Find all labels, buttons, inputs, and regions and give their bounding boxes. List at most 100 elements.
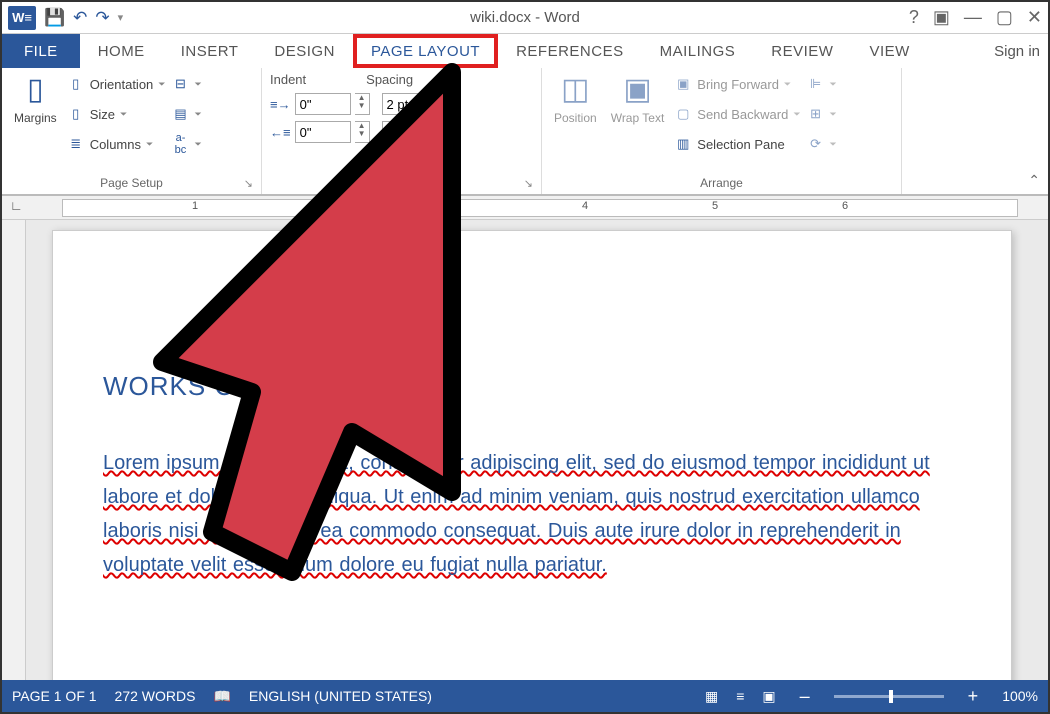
wrap-text-button[interactable]: ▣ Wrap Text [607,72,669,156]
ribbon-options-icon[interactable]: ▣ [933,7,950,28]
tab-mailings[interactable]: MAILINGS [642,34,754,68]
rotate-button[interactable]: ⟳ [807,132,837,156]
tab-home[interactable]: HOME [80,34,163,68]
vertical-ruler[interactable] [2,220,26,680]
indent-header: Indent [270,72,306,87]
zoom-slider[interactable] [834,695,944,698]
spacing-before-input[interactable] [382,93,438,115]
bring-forward-button[interactable]: ▣Bring Forward [674,72,800,96]
doc-body-text[interactable]: Lorem ipsum dolor sit amet, consectetur … [103,452,930,576]
ribbon: ▯ Margins ▯Orientation ▯Size ≣Columns ⊟ … [2,68,1048,196]
bring-forward-icon: ▣ [674,76,692,92]
tab-review[interactable]: REVIEW [753,34,851,68]
ruler-track [62,199,1018,217]
align-button[interactable]: ⊫ [807,72,837,96]
doc-heading[interactable]: WORKS CITED [103,371,971,402]
ruler-mark: 1 [192,200,198,212]
group-pagesetup: ▯ Margins ▯Orientation ▯Size ≣Columns ⊟ … [2,68,262,194]
word-app-icon: W≡ [8,6,36,30]
breaks-icon: ⊟ [171,76,189,92]
indent-right-control[interactable]: ←≡ ▲▼ [270,121,370,143]
zoom-out-button[interactable]: – [794,686,816,707]
close-icon[interactable]: ✕ [1027,7,1042,28]
collapse-ribbon-icon[interactable]: ⌃ [1028,172,1040,189]
margins-button[interactable]: ▯ Margins [10,72,61,156]
group-icon: ⊞ [807,106,825,122]
tab-pagelayout[interactable]: PAGE LAYOUT [353,34,498,68]
print-layout-icon[interactable]: ≡ [736,688,744,704]
status-page[interactable]: PAGE 1 OF 1 [12,688,97,704]
columns-label: Columns [90,137,141,152]
indent-left-input[interactable] [295,93,351,115]
size-icon: ▯ [67,106,85,122]
orientation-label: Orientation [90,77,154,92]
group-label-arrange: Arrange [550,172,893,194]
tab-view[interactable]: VIEW [851,34,927,68]
hyphenation-button[interactable]: a-bc [171,132,201,156]
group-paragraph: Indent Spacing ≡→ ▲▼ ▲▼ ←≡ ▲▼ [262,68,542,194]
status-language[interactable]: ENGLISH (UNITED STATES) [249,688,432,704]
ruler-mark: 5 [712,200,718,212]
align-icon: ⊫ [807,76,825,92]
spinner-icon[interactable]: ▲▼ [442,121,457,143]
tab-insert[interactable]: INSERT [163,34,257,68]
send-backward-icon: ▢ [674,106,692,122]
tab-selector-icon[interactable]: ∟ [10,198,23,213]
ruler-mark: 6 [842,200,848,212]
read-mode-icon[interactable]: ▦ [705,688,718,705]
indent-left-control[interactable]: ≡→ ▲▼ [270,93,370,115]
position-button[interactable]: ◫ Position [550,72,601,156]
orientation-icon: ▯ [67,76,85,92]
spinner-icon[interactable]: ▲▼ [355,121,370,143]
indent-right-input[interactable] [295,121,351,143]
maximize-icon[interactable]: ▢ [996,7,1013,28]
document-area[interactable]: WORKS CITED Lorem ipsum dolor sit amet, … [2,220,1048,680]
redo-icon[interactable]: ↷ [95,8,109,28]
paragraph-launcher-icon[interactable]: ↘ [524,177,533,190]
minimize-icon[interactable]: — [964,7,982,28]
undo-icon[interactable]: ↶ [73,8,87,28]
line-numbers-button[interactable]: ▤ [171,102,201,126]
sign-in-link[interactable]: Sign in [994,43,1048,60]
group-button[interactable]: ⊞ [807,102,837,126]
tab-design[interactable]: DESIGN [256,34,353,68]
help-icon[interactable]: ? [909,7,919,28]
spacing-before-control[interactable]: ▲▼ [382,93,457,115]
selection-pane-button[interactable]: ▥ Selection Pane [674,132,800,156]
selection-pane-icon: ▥ [674,136,692,152]
indent-left-icon: ≡→ [270,97,291,112]
columns-button[interactable]: ≣ Columns [67,132,166,156]
send-backward-button[interactable]: ▢Send Backward [674,102,800,126]
status-bar: PAGE 1 OF 1 272 WORDS 📖 ENGLISH (UNITED … [2,680,1048,712]
tab-file[interactable]: FILE [2,34,80,68]
margins-icon: ▯ [27,72,44,107]
spacing-after-control[interactable]: ▲▼ [382,121,457,143]
hyphenation-icon: a-bc [171,132,189,156]
tab-references[interactable]: REFERENCES [498,34,642,68]
proofing-icon[interactable]: 📖 [213,688,230,705]
web-layout-icon[interactable]: ▣ [762,688,775,705]
ruler-mark: 2 [322,200,328,212]
spinner-icon[interactable]: ▲▼ [442,93,457,115]
group-label-paragraph: ↘ [270,186,533,194]
zoom-in-button[interactable]: + [962,686,985,707]
breaks-button[interactable]: ⊟ [171,72,201,96]
save-icon[interactable]: 💾 [44,8,65,28]
selection-pane-label: Selection Pane [697,137,784,152]
pagesetup-launcher-icon[interactable]: ↘ [244,177,253,190]
size-button[interactable]: ▯Size [67,102,166,126]
margins-label: Margins [14,111,57,125]
zoom-level[interactable]: 100% [1002,688,1038,704]
wrap-text-icon: ▣ [623,72,651,107]
ruler-mark: 4 [582,200,588,212]
spacing-after-input[interactable] [382,121,438,143]
orientation-button[interactable]: ▯ Orientation [67,72,166,96]
spinner-icon[interactable]: ▲▼ [355,93,370,115]
status-words[interactable]: 272 WORDS [115,688,196,704]
position-label: Position [554,111,597,125]
horizontal-ruler[interactable]: ∟ 1 2 3 4 5 6 [2,196,1048,220]
doc-body[interactable]: Lorem ipsum dolor sit amet, consectetur … [103,446,971,582]
columns-icon: ≣ [67,136,85,152]
qat-customize-icon[interactable]: ▾ [118,11,124,24]
document-page[interactable]: WORKS CITED Lorem ipsum dolor sit amet, … [52,230,1012,680]
